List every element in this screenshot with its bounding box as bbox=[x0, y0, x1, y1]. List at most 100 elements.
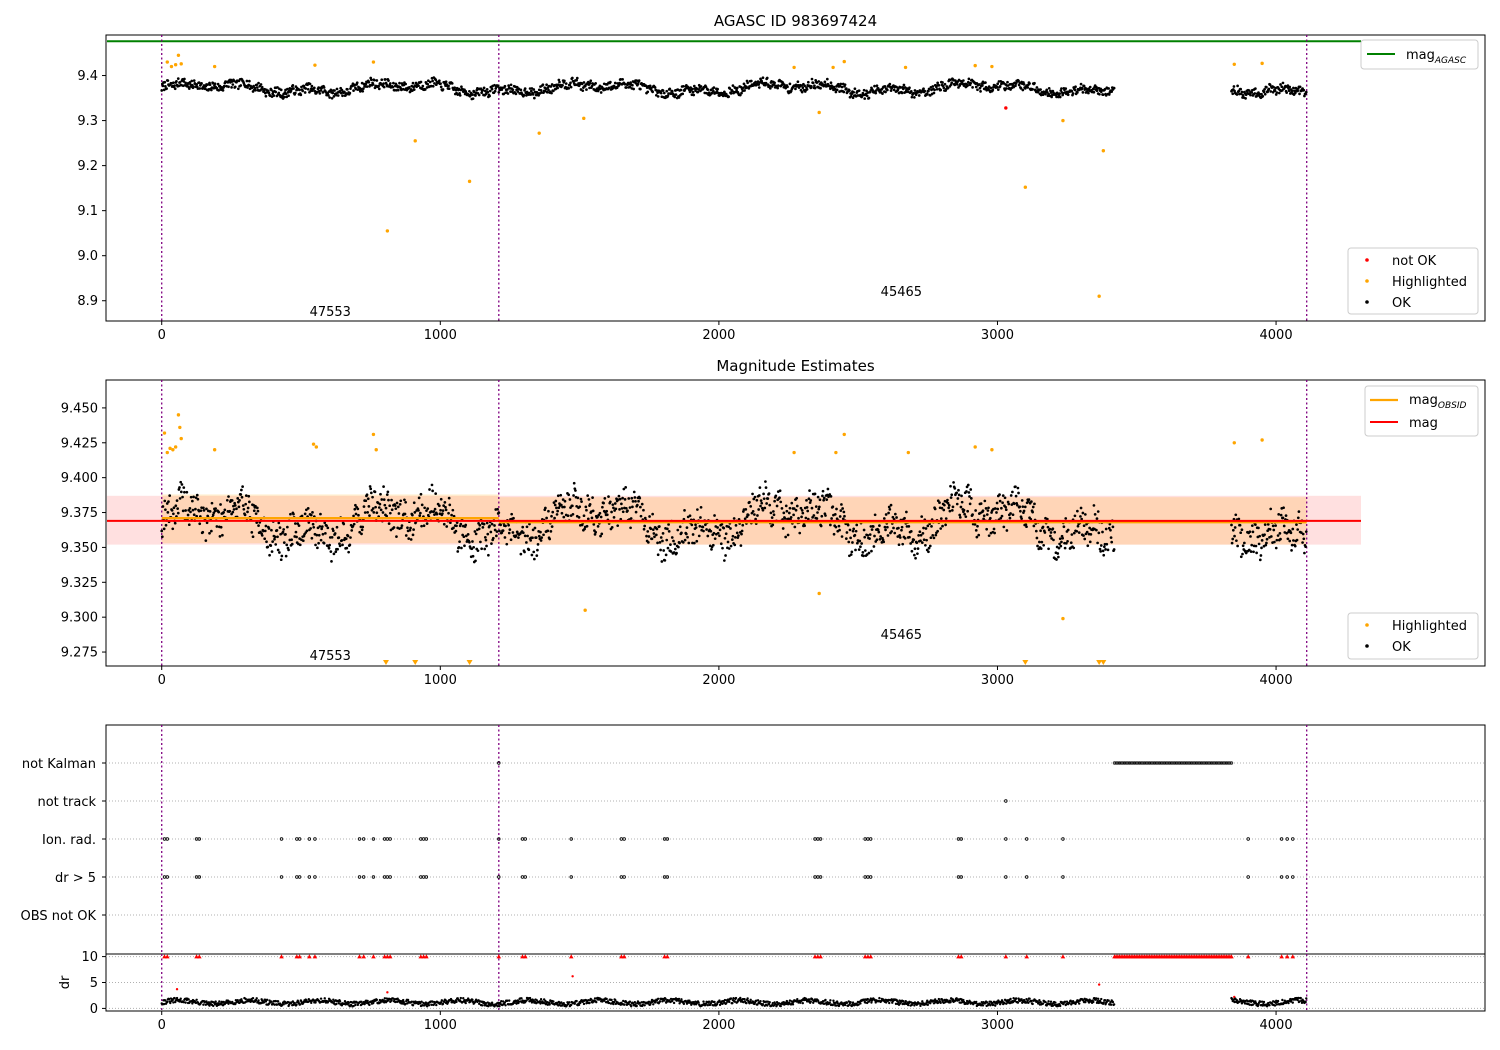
ok-point bbox=[905, 510, 908, 514]
ok-point bbox=[798, 531, 802, 535]
ok-point bbox=[503, 536, 507, 539]
ok-point bbox=[759, 499, 763, 502]
ok-point bbox=[172, 81, 175, 85]
ok-point bbox=[1060, 540, 1063, 544]
ok-point bbox=[826, 487, 830, 491]
ok-point bbox=[987, 506, 990, 510]
ok-point bbox=[843, 83, 847, 87]
ok-point bbox=[969, 81, 973, 85]
ok-point bbox=[762, 497, 766, 501]
ok-point bbox=[686, 535, 689, 539]
ok-point bbox=[198, 522, 202, 526]
ok-point bbox=[840, 85, 844, 89]
ok-point bbox=[722, 559, 726, 562]
ok-point bbox=[447, 496, 451, 500]
ok-point bbox=[618, 497, 622, 501]
ok-point bbox=[1240, 528, 1244, 532]
ok-point bbox=[480, 547, 483, 551]
ok-point bbox=[1254, 87, 1257, 90]
ok-point bbox=[328, 96, 331, 99]
ok-point bbox=[812, 514, 816, 517]
ok-point bbox=[192, 85, 195, 89]
dr-capped-marker bbox=[1024, 954, 1030, 959]
ok-point bbox=[831, 505, 835, 509]
ok-point bbox=[852, 90, 856, 94]
dr-point bbox=[702, 1000, 705, 1003]
ok-point bbox=[312, 525, 316, 529]
ok-point bbox=[420, 503, 424, 507]
ok-point bbox=[1047, 86, 1051, 90]
ok-point bbox=[951, 505, 955, 509]
ok-point bbox=[432, 510, 436, 513]
ok-point bbox=[585, 524, 589, 528]
ok-point bbox=[230, 85, 233, 89]
ok-point bbox=[328, 543, 331, 547]
ok-point bbox=[490, 542, 493, 545]
ok-point bbox=[665, 538, 669, 542]
ok-point bbox=[166, 511, 170, 514]
dr-point bbox=[573, 1002, 577, 1005]
ok-point bbox=[694, 523, 697, 527]
ok-point bbox=[571, 76, 574, 80]
ok-point bbox=[536, 543, 540, 546]
ok-point bbox=[907, 525, 911, 528]
ok-point bbox=[829, 523, 832, 527]
ok-point bbox=[1239, 555, 1243, 559]
ok-point bbox=[584, 505, 588, 509]
ok-point bbox=[776, 86, 780, 90]
ok-point bbox=[176, 511, 180, 515]
ok-point bbox=[661, 532, 665, 535]
ok-point bbox=[304, 87, 308, 90]
y-tick-label: 9.1 bbox=[77, 204, 98, 219]
ok-point bbox=[1261, 94, 1265, 98]
ok-point bbox=[988, 516, 992, 520]
ok-point bbox=[577, 516, 581, 519]
ok-point bbox=[287, 94, 290, 98]
ok-point bbox=[567, 86, 571, 90]
ok-point bbox=[830, 517, 833, 520]
ok-point bbox=[381, 511, 385, 514]
ok-point bbox=[792, 513, 795, 517]
ok-point bbox=[697, 534, 701, 538]
ok-point bbox=[976, 88, 979, 92]
ok-point bbox=[1052, 538, 1055, 542]
ok-point bbox=[950, 509, 954, 512]
ok-point bbox=[1273, 540, 1276, 544]
ok-point bbox=[250, 531, 254, 534]
ok-point bbox=[1000, 514, 1004, 518]
ok-point bbox=[620, 502, 623, 506]
ok-point bbox=[854, 529, 858, 533]
ok-point bbox=[851, 541, 854, 544]
ok-point bbox=[762, 492, 765, 496]
ok-point bbox=[263, 537, 267, 541]
ok-point bbox=[533, 96, 536, 100]
flag-marker bbox=[279, 875, 284, 879]
ok-point bbox=[256, 509, 260, 513]
ok-point bbox=[268, 553, 271, 557]
highlighted-below-marker bbox=[382, 660, 389, 665]
ok-point bbox=[1055, 558, 1058, 561]
dr-point bbox=[635, 1004, 638, 1008]
ok-point bbox=[1031, 505, 1035, 509]
ok-point bbox=[289, 512, 292, 516]
ok-point bbox=[892, 526, 895, 530]
ok-point bbox=[430, 483, 434, 487]
ok-point bbox=[605, 513, 609, 517]
dr-outlier bbox=[175, 988, 179, 991]
ok-point bbox=[1277, 91, 1281, 95]
ok-point bbox=[962, 508, 966, 512]
ok-point bbox=[996, 507, 1000, 511]
dr-capped-marker bbox=[568, 954, 574, 959]
ok-point bbox=[404, 82, 407, 86]
ok-point bbox=[375, 79, 379, 82]
ok-point bbox=[225, 498, 229, 502]
legend-subscript: OBSID bbox=[1438, 401, 1467, 411]
ok-point bbox=[434, 492, 438, 495]
ok-point bbox=[329, 550, 333, 553]
ok-point bbox=[1302, 537, 1306, 541]
ok-point bbox=[723, 536, 727, 540]
ok-point bbox=[643, 524, 647, 528]
dr-point bbox=[390, 999, 393, 1002]
ok-point bbox=[600, 532, 604, 536]
flag-marker bbox=[357, 875, 362, 879]
